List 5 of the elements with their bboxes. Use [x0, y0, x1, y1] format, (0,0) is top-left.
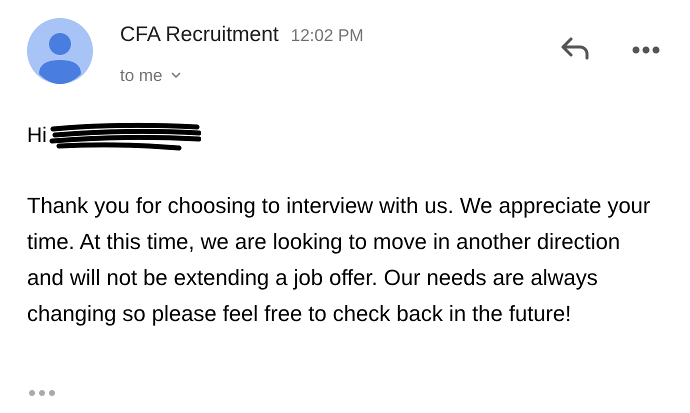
recipient-dropdown[interactable]: to me [120, 62, 364, 88]
time-text: 12:02 PM [290, 25, 364, 47]
greeting-text: Hi [27, 123, 47, 149]
message-body: Thank you for choosing to interview with us. We appreciate your time. At this time, we are looking to move in another direction and will not be extending a job offer. Our needs are always changing so please feel free to check back in the future! [26, 192, 652, 328]
sender-name: CFA Recruitment [120, 22, 279, 48]
